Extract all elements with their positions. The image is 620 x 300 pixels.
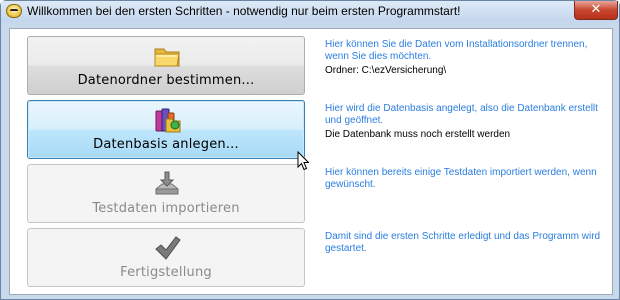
folder-icon xyxy=(154,48,180,67)
description-text: Hier können bereits einige Testdaten imp… xyxy=(325,167,597,190)
checkmark-icon xyxy=(155,236,181,260)
dialog-window: Willkommen bei den ersten Schritten - no… xyxy=(0,0,620,300)
description-text: Hier wird die Datenbasis angelegt, also … xyxy=(325,103,598,126)
step-label: Testdaten importieren xyxy=(92,201,240,216)
database-status: Die Datenbank muss noch erstellt werden xyxy=(325,129,511,140)
step-label: Datenordner bestimmen... xyxy=(77,73,255,88)
create-database-button[interactable]: Datenbasis anlegen... xyxy=(27,100,305,159)
mouse-cursor-icon xyxy=(297,151,309,171)
step-label: Fertigstellung xyxy=(120,265,212,280)
import-tray-icon xyxy=(155,171,179,195)
data-folder-status: Ordner: C:\ezVersicherung\ xyxy=(325,65,447,76)
window-title: Willkommen bei den ersten Schritten - no… xyxy=(27,4,461,18)
step-description: Damit sind die ersten Schritte erledigt … xyxy=(325,231,610,255)
description-text: Damit sind die ersten Schritte erledigt … xyxy=(325,231,601,254)
step-description: Hier können bereits einige Testdaten imp… xyxy=(325,167,610,191)
import-test-data-button[interactable]: Testdaten importieren xyxy=(27,164,305,223)
steps-panel: Datenordner bestimmen... Datenbasis anle… xyxy=(9,28,613,295)
finish-button[interactable]: Fertigstellung xyxy=(27,228,305,287)
app-logo-icon xyxy=(6,4,22,18)
step-description: Hier wird die Datenbasis angelegt, also … xyxy=(325,103,610,141)
title-bar[interactable]: Willkommen bei den ersten Schritten - no… xyxy=(1,1,619,23)
database-books-icon xyxy=(155,108,181,133)
choose-data-folder-button[interactable]: Datenordner bestimmen... xyxy=(27,36,305,95)
close-button[interactable]: ✕ xyxy=(574,1,618,20)
description-text: Hier können Sie die Daten vom Installati… xyxy=(325,39,588,62)
step-label: Datenbasis anlegen... xyxy=(93,137,239,152)
step-description: Hier können Sie die Daten vom Installati… xyxy=(325,39,610,77)
